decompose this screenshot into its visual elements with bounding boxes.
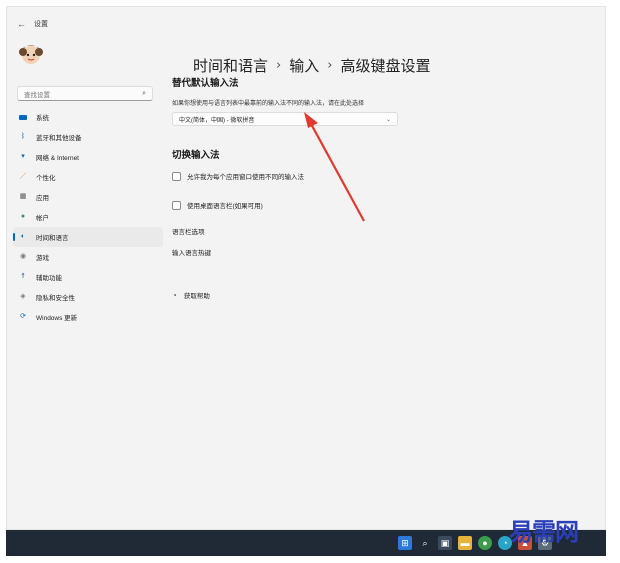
chevron-down-icon: ⌄ bbox=[385, 116, 391, 123]
get-help-link[interactable]: ◔ 获取帮助 bbox=[172, 290, 210, 301]
sidebar-item-time-language[interactable]: ◐ 时间和语言 bbox=[13, 227, 163, 247]
breadcrumb-item-input[interactable]: 输入 bbox=[289, 55, 319, 76]
window-title: 设置 bbox=[34, 21, 48, 28]
sidebar-item-label: 系统 bbox=[36, 115, 49, 122]
search-icon[interactable]: ⌕ bbox=[142, 90, 146, 98]
help-icon: ◔ bbox=[172, 290, 177, 300]
sidebar-item-accessibility[interactable]: ☨ 辅助功能 bbox=[13, 267, 163, 287]
sidebar-item-privacy[interactable]: ◈ 隐私和安全性 bbox=[13, 287, 163, 307]
sidebar-item-apps[interactable]: ▦ 应用 bbox=[13, 187, 163, 207]
sidebar-item-label: 应用 bbox=[36, 195, 49, 202]
sidebar-item-label: 个性化 bbox=[36, 175, 56, 182]
sidebar-item-system[interactable]: 系统 bbox=[13, 107, 163, 127]
search-input[interactable]: 查找设置 ⌕ bbox=[17, 86, 153, 101]
file-explorer-icon[interactable]: ▬ bbox=[458, 536, 472, 550]
wifi-icon: ▾ bbox=[21, 153, 25, 160]
chrome-icon[interactable]: ● bbox=[478, 536, 492, 550]
shield-icon: ◈ bbox=[20, 293, 26, 300]
breadcrumb: 时间和语言 › 输入 › 高级键盘设置 bbox=[193, 55, 430, 76]
avatar[interactable] bbox=[17, 41, 45, 67]
sidebar-item-label: Windows 更新 bbox=[36, 315, 78, 322]
sidebar-item-accounts[interactable]: ● 帐户 bbox=[13, 207, 163, 227]
sidebar-item-network[interactable]: ▾ 网络 & Internet bbox=[13, 147, 163, 167]
sidebar-item-windows-update[interactable]: ⟳ Windows 更新 bbox=[13, 307, 163, 327]
per-app-input-checkbox-row[interactable]: 允许我为每个应用窗口使用不同的输入法 bbox=[172, 171, 304, 181]
accessibility-icon: ☨ bbox=[21, 273, 25, 280]
sidebar-nav: 系统 ᛒ 蓝牙和其他设备 ▾ 网络 & Internet ／ 个性化 ▦ 应用 … bbox=[13, 107, 163, 327]
title-bar: ← 设置 bbox=[17, 17, 48, 31]
watermark: 易需网 bbox=[509, 517, 579, 546]
sidebar-item-label: 帐户 bbox=[36, 215, 49, 222]
breadcrumb-item-time-language[interactable]: 时间和语言 bbox=[193, 55, 268, 76]
checkbox-label: 允许我为每个应用窗口使用不同的输入法 bbox=[187, 174, 304, 181]
switch-section-title: 切换输入法 bbox=[172, 150, 220, 161]
sidebar-item-personalization[interactable]: ／ 个性化 bbox=[13, 167, 163, 187]
input-hotkeys-link[interactable]: 输入语言热键 bbox=[172, 247, 211, 257]
settings-window: ← 设置 查找设置 ⌕ 系统 ᛒ 蓝牙和其他设备 ▾ 网络 & Internet… bbox=[6, 6, 606, 530]
sidebar-item-label: 隐私和安全性 bbox=[36, 295, 75, 302]
language-bar-options-link[interactable]: 语言栏选项 bbox=[172, 226, 205, 236]
gamepad-icon: ◉ bbox=[19, 253, 27, 260]
sidebar-item-label: 时间和语言 bbox=[36, 235, 69, 242]
search-placeholder: 查找设置 bbox=[24, 91, 50, 99]
back-arrow-icon[interactable]: ← bbox=[17, 19, 26, 29]
chevron-right-icon: › bbox=[327, 58, 333, 73]
sidebar-item-gaming[interactable]: ◉ 游戏 bbox=[13, 247, 163, 267]
dropdown-value: 中文(简体，中国) - 微软拼音 bbox=[179, 117, 255, 124]
desktop-language-bar-checkbox-row[interactable]: 使用桌面语言栏(如果可用) bbox=[172, 200, 263, 210]
sidebar-item-label: 游戏 bbox=[36, 255, 49, 262]
sidebar-item-label: 辅助功能 bbox=[36, 275, 62, 282]
bluetooth-icon: ᛒ bbox=[20, 133, 26, 140]
start-icon[interactable]: ⊞ bbox=[398, 536, 412, 550]
override-section-title: 替代默认输入法 bbox=[172, 78, 239, 89]
checkbox-label: 使用桌面语言栏(如果可用) bbox=[187, 203, 263, 210]
sidebar-item-label: 蓝牙和其他设备 bbox=[36, 135, 82, 142]
brush-icon: ／ bbox=[19, 173, 27, 180]
desktop-language-bar-checkbox[interactable] bbox=[172, 200, 181, 210]
person-icon: ● bbox=[20, 213, 26, 220]
default-input-method-dropdown[interactable]: 中文(简体，中国) - 微软拼音 ⌄ bbox=[172, 112, 398, 126]
apps-icon: ▦ bbox=[19, 193, 27, 200]
page-title: 高级键盘设置 bbox=[340, 57, 431, 75]
search-icon[interactable]: ⌕ bbox=[418, 536, 432, 550]
per-app-input-checkbox[interactable] bbox=[172, 171, 181, 181]
globe-clock-icon: ◐ bbox=[20, 233, 26, 240]
monitor-icon bbox=[19, 114, 27, 120]
task-view-icon[interactable]: ▣ bbox=[438, 536, 452, 550]
sidebar-item-bluetooth[interactable]: ᛒ 蓝牙和其他设备 bbox=[13, 127, 163, 147]
update-icon: ⟳ bbox=[20, 313, 26, 320]
override-description: 如果你想使用与语言列表中最靠前的输入法不同的输入法，请在此处选择 bbox=[172, 101, 365, 107]
chevron-right-icon: › bbox=[276, 58, 282, 73]
sidebar-item-label: 网络 & Internet bbox=[36, 155, 79, 162]
help-label: 获取帮助 bbox=[183, 293, 210, 300]
